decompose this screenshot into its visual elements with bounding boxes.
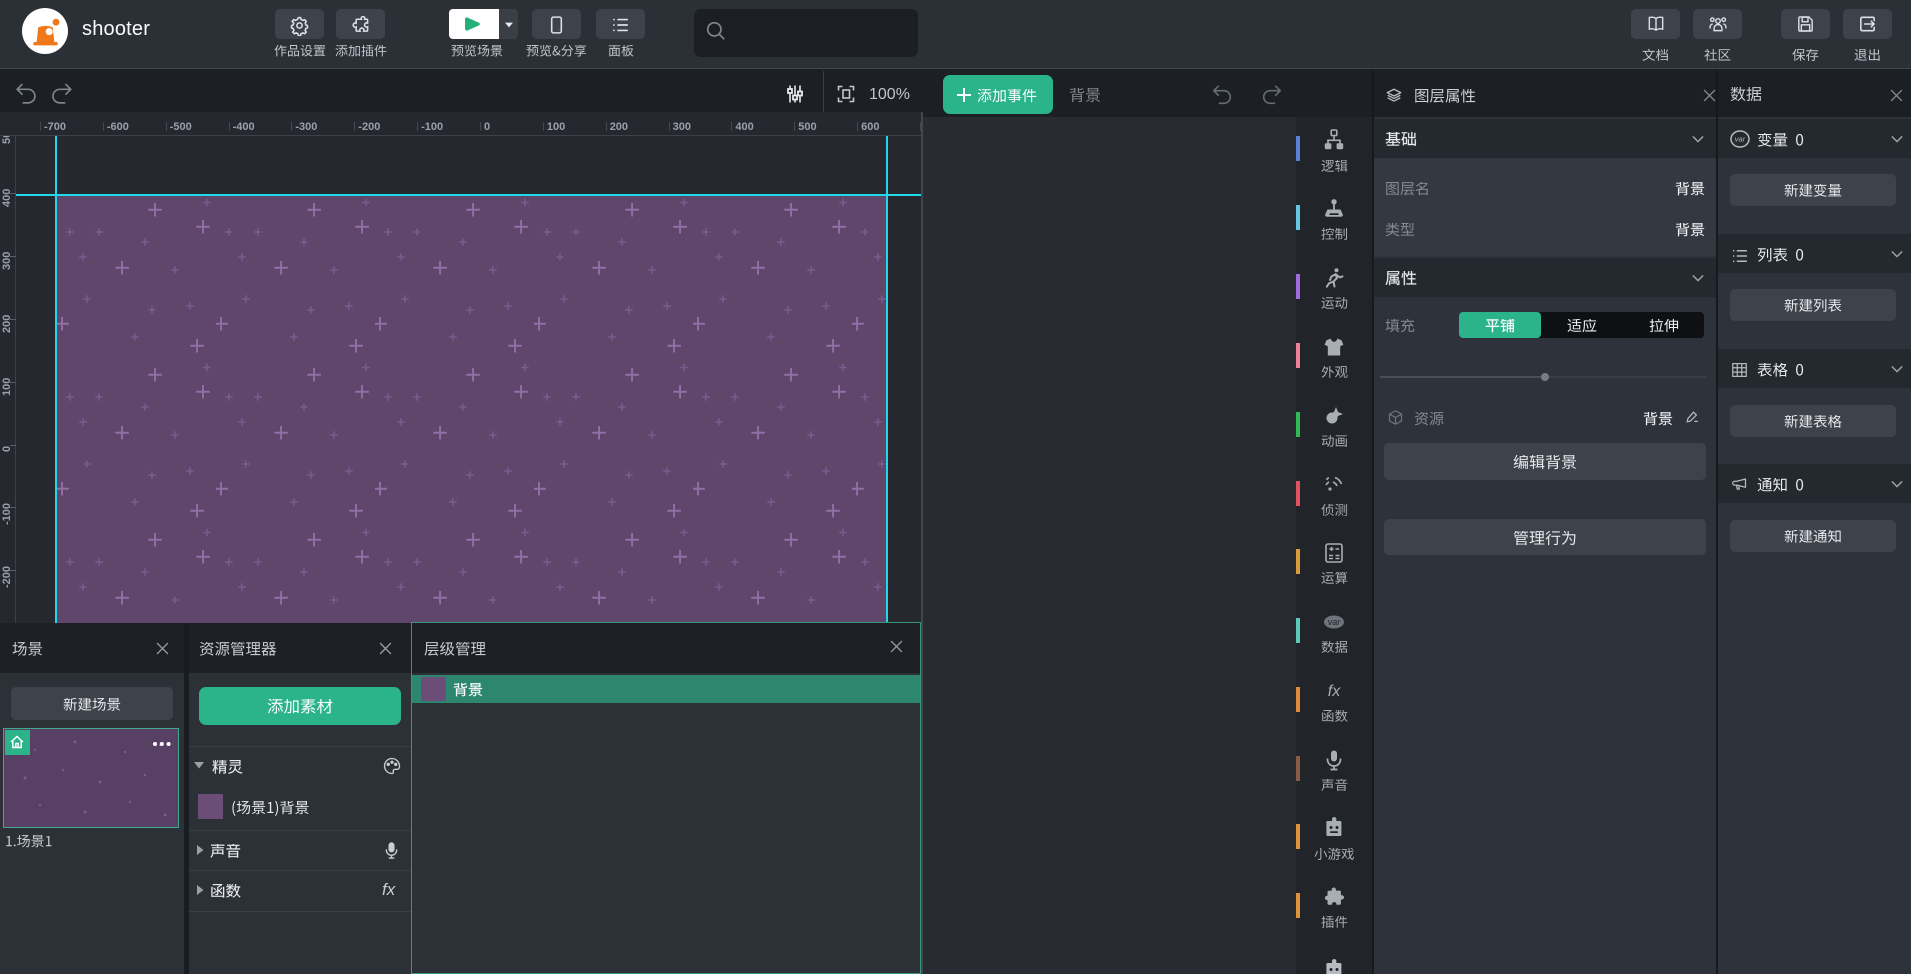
svg-text:var: var [1328,617,1342,627]
svg-text:fx: fx [1328,683,1341,700]
svg-text:var: var [1735,135,1746,144]
